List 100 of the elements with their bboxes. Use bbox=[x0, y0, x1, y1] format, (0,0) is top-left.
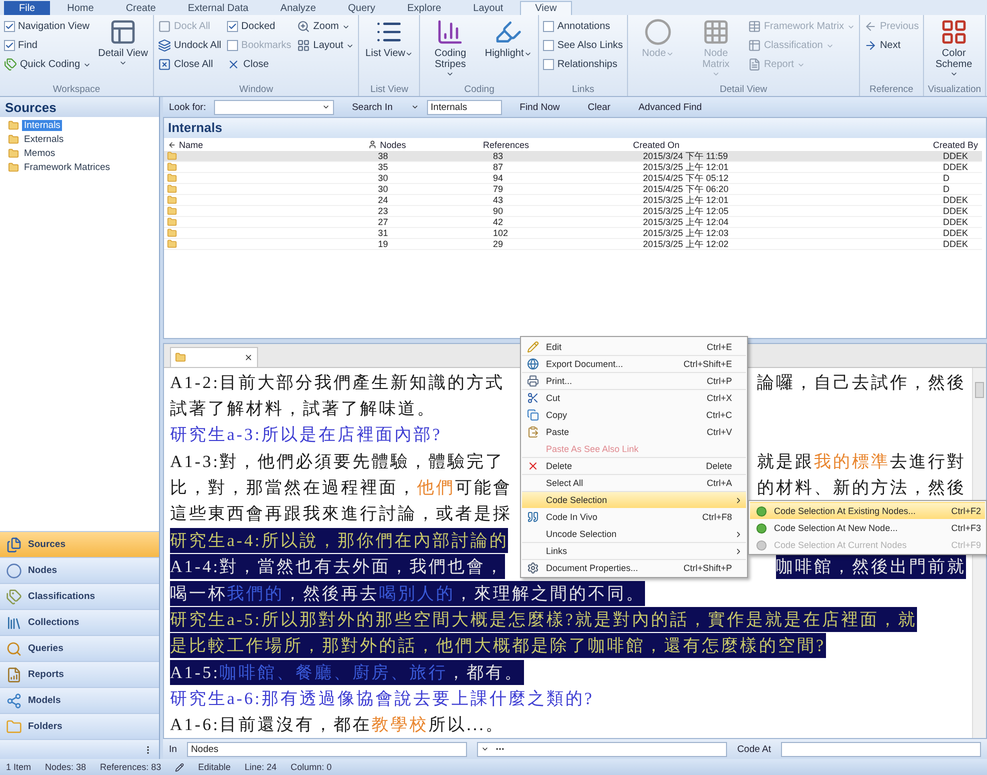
status-text: Editable bbox=[198, 762, 231, 772]
node-type-field[interactable]: Nodes bbox=[186, 742, 467, 756]
tree-item[interactable]: Internals bbox=[22, 120, 62, 131]
ribbon-tab[interactable]: Layout bbox=[458, 0, 518, 14]
ribbon-tab[interactable]: Explore bbox=[392, 0, 456, 14]
menu-item[interactable]: Code Selection At Existing Nodes... Ctrl+F2 bbox=[750, 502, 985, 519]
menu-item[interactable]: Delete Delete bbox=[522, 457, 746, 474]
checkbox[interactable] bbox=[543, 40, 554, 51]
checkbox[interactable] bbox=[543, 59, 554, 70]
search-in-dropdown[interactable]: Search In bbox=[342, 102, 403, 112]
table-icon bbox=[748, 39, 761, 52]
ribbon-tab[interactable]: Query bbox=[333, 0, 390, 14]
close-icon[interactable] bbox=[244, 353, 253, 362]
checkbox-label[interactable]: Relationships bbox=[557, 59, 618, 70]
tree-item[interactable]: Memos bbox=[22, 148, 58, 159]
ribbon-tab[interactable]: External Data bbox=[172, 0, 264, 14]
navigation-button[interactable]: Sources bbox=[0, 531, 159, 557]
menu-item[interactable]: Code In Vivo Ctrl+F8 bbox=[522, 508, 746, 525]
ribbon-button[interactable]: Layout bbox=[297, 37, 354, 54]
ribbon-button[interactable]: Coding Stripes bbox=[424, 18, 476, 78]
checkbox[interactable] bbox=[227, 21, 238, 32]
menu-item[interactable]: Paste Ctrl+V bbox=[522, 423, 746, 440]
report-icon bbox=[6, 666, 22, 682]
menu-item[interactable]: Print... Ctrl+P bbox=[522, 372, 746, 389]
document-icon bbox=[167, 162, 177, 172]
checkbox-label[interactable]: See Also Links bbox=[557, 40, 623, 51]
ribbon-button[interactable]: Close bbox=[227, 56, 292, 73]
checkbox-label[interactable]: Docked bbox=[241, 21, 276, 32]
folder-icon bbox=[8, 148, 19, 159]
menu-item[interactable]: Uncode Selection bbox=[522, 525, 746, 542]
caret-icon bbox=[712, 70, 720, 78]
navigation-button[interactable]: Collections bbox=[0, 609, 159, 635]
ribbon-button[interactable]: Undock All bbox=[158, 37, 222, 54]
ribbon-tab[interactable]: Home bbox=[52, 0, 109, 14]
menu-item[interactable]: Document Properties... Ctrl+Shift+P bbox=[522, 559, 746, 576]
column-header[interactable]: Created By bbox=[933, 140, 978, 150]
field-label: Code At bbox=[737, 744, 771, 754]
ribbon-tab[interactable]: View bbox=[520, 0, 572, 14]
code-at-field[interactable] bbox=[476, 742, 728, 756]
navigation-button[interactable]: Models bbox=[0, 687, 159, 713]
checkbox[interactable] bbox=[4, 21, 15, 32]
ribbon-button[interactable]: Close All bbox=[158, 56, 222, 73]
search-field[interactable] bbox=[214, 100, 334, 114]
tree-item[interactable]: Framework Matrices bbox=[22, 162, 112, 173]
folder-icon bbox=[8, 134, 19, 145]
checkbox-label[interactable]: Annotations bbox=[557, 21, 610, 32]
ribbon-tab[interactable]: Analyze bbox=[265, 0, 331, 14]
menu-item[interactable]: Export Document... Ctrl+Shift+E bbox=[522, 355, 746, 372]
menu-item[interactable]: Copy Ctrl+C bbox=[522, 406, 746, 423]
tree-item[interactable]: Externals bbox=[22, 134, 66, 145]
navigation-button[interactable]: Folders bbox=[0, 713, 159, 739]
group-label: Workspace bbox=[52, 84, 102, 96]
column-header[interactable]: References bbox=[483, 140, 530, 150]
menu-item[interactable]: Edit Ctrl+E bbox=[522, 338, 746, 355]
code-at-input[interactable] bbox=[781, 742, 981, 756]
table-cell: 43 bbox=[479, 195, 629, 206]
ribbon-tab[interactable]: File bbox=[4, 0, 50, 14]
menu-item[interactable]: Code Selection bbox=[522, 491, 746, 508]
find-button[interactable]: Clear bbox=[578, 102, 620, 112]
navigation-button[interactable]: Nodes bbox=[0, 557, 159, 583]
navigation-button[interactable]: Reports bbox=[0, 661, 159, 687]
table-cell: 2015/3/25 上午 12:02 bbox=[629, 239, 929, 250]
caret-icon[interactable] bbox=[410, 103, 419, 111]
document-icon bbox=[167, 228, 177, 238]
ribbon-button[interactable]: Zoom bbox=[297, 18, 354, 35]
table-cell: 90 bbox=[479, 206, 629, 217]
tags-icon bbox=[4, 58, 17, 71]
checkbox[interactable] bbox=[543, 21, 554, 32]
node-icon bbox=[756, 540, 766, 550]
scope-field[interactable]: Internals bbox=[426, 100, 502, 114]
find-button[interactable]: Find Now bbox=[510, 102, 570, 112]
ribbon-button[interactable]: Quick Coding bbox=[4, 56, 92, 73]
table-cell: 23 bbox=[364, 206, 479, 217]
menu-item[interactable]: Cut Ctrl+X bbox=[522, 389, 746, 406]
column-header[interactable]: Created On bbox=[633, 140, 680, 150]
ribbon-tab[interactable]: Create bbox=[110, 0, 171, 14]
search-icon bbox=[6, 640, 22, 656]
ribbon-button[interactable]: List View bbox=[363, 18, 416, 59]
document-icon bbox=[167, 206, 177, 216]
column-header[interactable]: Name bbox=[179, 140, 204, 150]
navigation-button[interactable]: Queries bbox=[0, 635, 159, 661]
find-button[interactable]: Advanced Find bbox=[628, 102, 712, 112]
table-cell: 2015/4/25 下午 06:20 bbox=[629, 184, 929, 195]
column-header[interactable]: Nodes bbox=[380, 140, 406, 150]
checkbox[interactable] bbox=[4, 40, 15, 51]
table-cell: 29 bbox=[479, 239, 629, 250]
ribbon-button[interactable]: Highlight bbox=[482, 18, 534, 59]
delete-icon bbox=[527, 460, 539, 472]
checkbox-label[interactable]: Navigation View bbox=[18, 21, 90, 32]
menu-item[interactable]: Links bbox=[522, 542, 746, 559]
ribbon-button[interactable]: Color Scheme bbox=[928, 18, 980, 78]
document-icon bbox=[175, 352, 186, 363]
scrollbar-thumb[interactable] bbox=[975, 382, 984, 398]
checkbox-label[interactable]: Find bbox=[18, 40, 38, 51]
ribbon-button[interactable]: Next bbox=[864, 37, 919, 54]
panel-title: Internals bbox=[164, 118, 986, 138]
tags-icon bbox=[6, 588, 22, 604]
ribbon-button[interactable]: Detail View bbox=[97, 18, 150, 67]
navigation-button[interactable]: Classifications bbox=[0, 583, 159, 609]
menu-item[interactable]: Code Selection At New Node... Ctrl+F3 bbox=[750, 519, 985, 536]
